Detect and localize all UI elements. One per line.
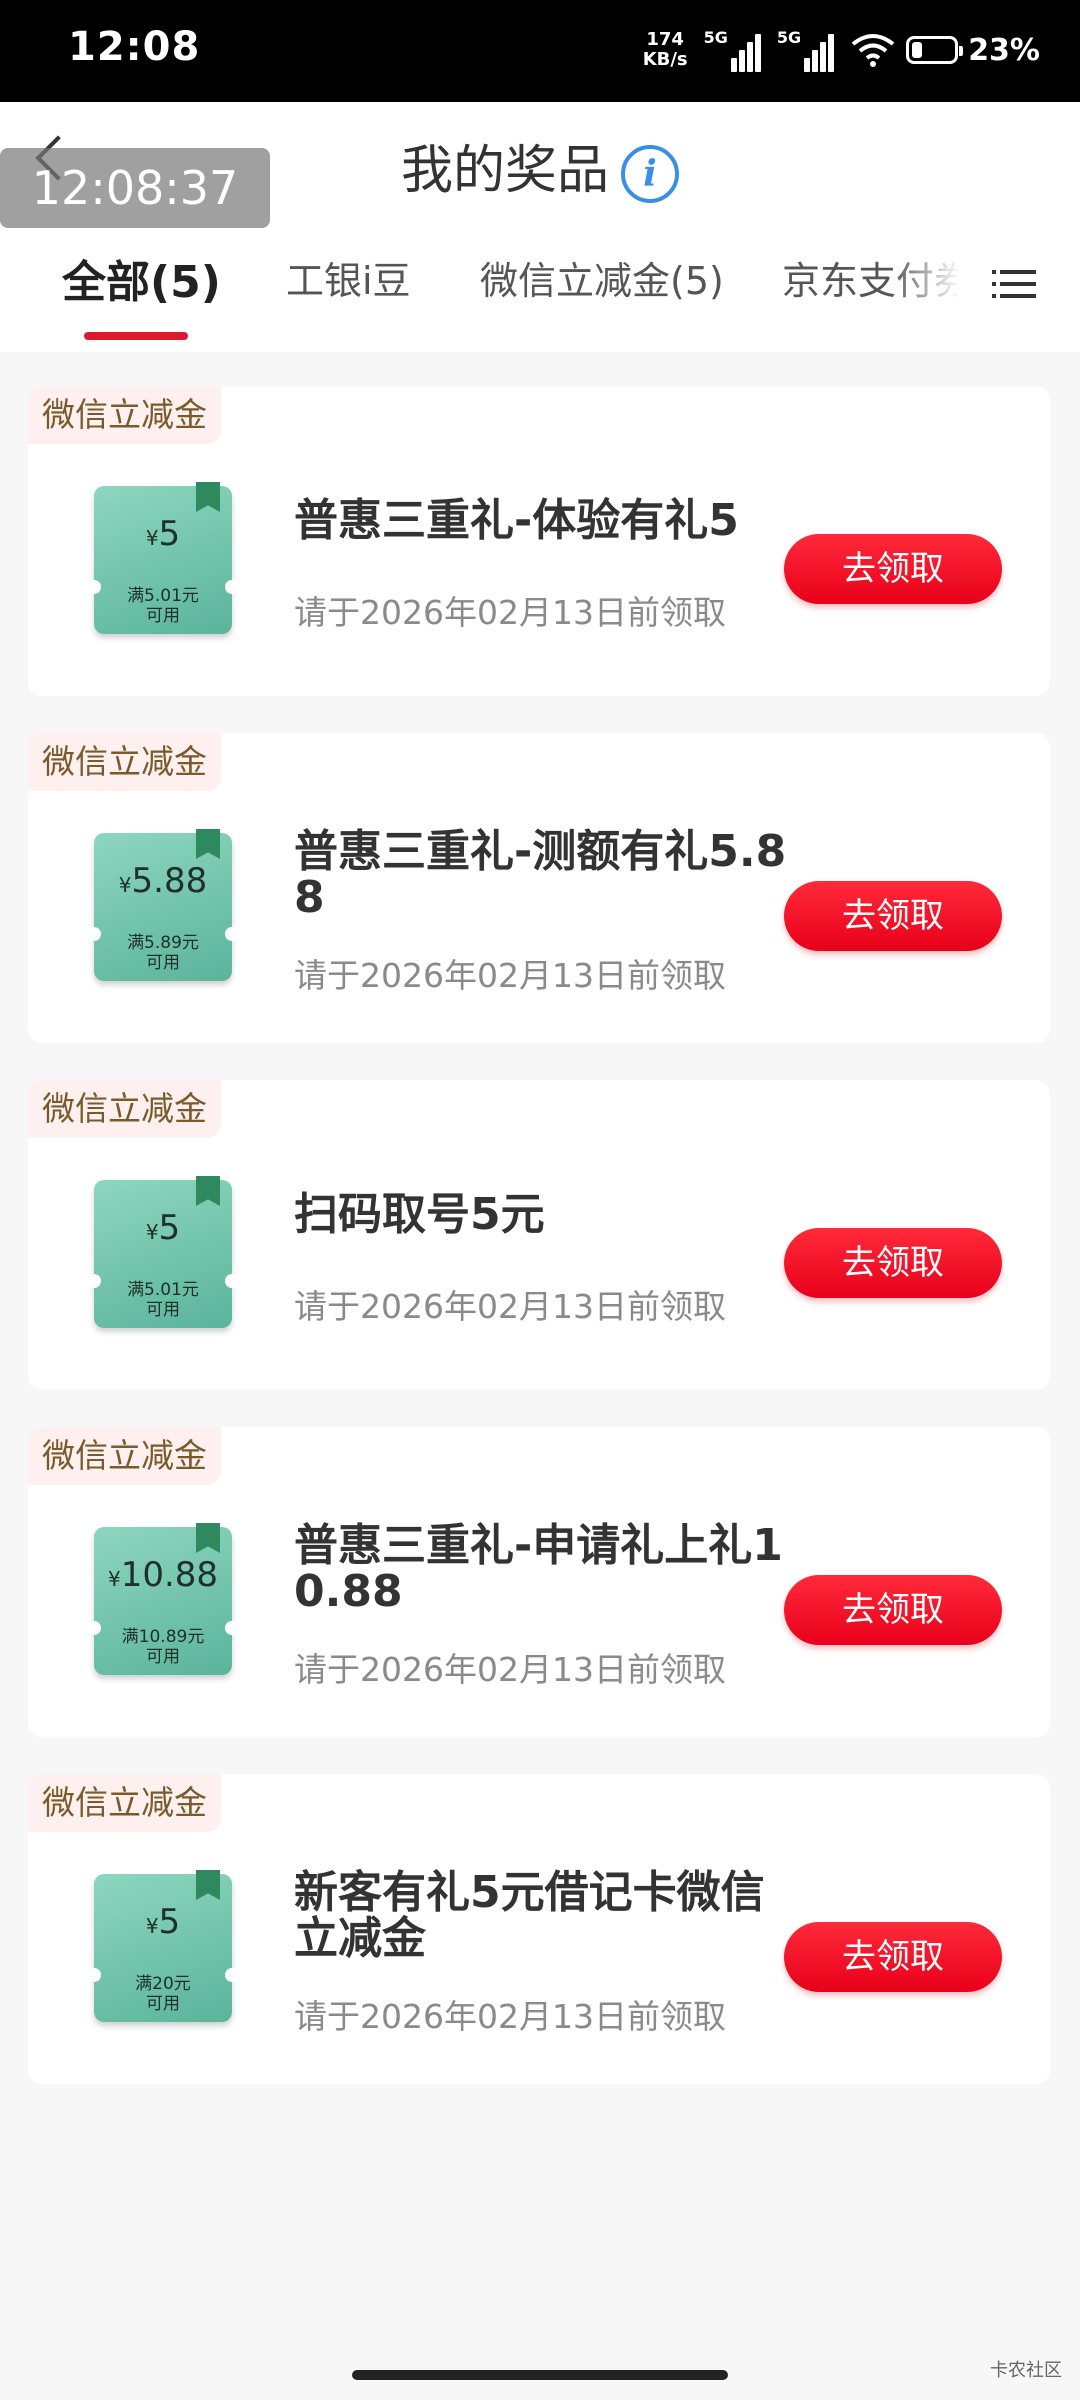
prize-tag: 微信立减金 [28, 386, 221, 444]
home-indicator[interactable] [352, 2370, 728, 2380]
coupon-icon: ¥5 满20元 可用 [87, 1870, 239, 2022]
coupon-amount-value: 5 [158, 1208, 181, 1248]
tab-icbc-beans[interactable]: 工银i豆 [286, 250, 411, 305]
coupon-usable: 可用 [146, 606, 180, 626]
status-icons: 174 KB/s 5G 5G 23% [643, 22, 1040, 78]
prize-title: 新客有礼5元借记卡微信 立减金 [294, 1867, 765, 1964]
prize-card: 微信立减金 ¥5.88 满5.89元 可用 普惠三重礼-测额有礼5.8 8 请于2026年… [28, 733, 1050, 1043]
page-header: 我的奖品 i 12:08:37 全部(5) 工银i豆 微信立减金(5) 京东支付券 [0, 102, 1080, 352]
prize-expiry: 请于2026年02月13日前领取 [294, 593, 726, 632]
coupon-usable: 可用 [146, 1300, 180, 1320]
wifi-icon [851, 34, 895, 67]
coupon-amount: ¥5 [94, 514, 232, 554]
coupon-amount-value: 5 [158, 514, 181, 554]
prize-title: 普惠三重礼-体验有礼5 [294, 495, 739, 546]
menu-icon[interactable] [992, 270, 1036, 306]
info-icon[interactable]: i [621, 145, 679, 203]
coupon-icon: ¥5.88 满5.89元 可用 [87, 829, 239, 981]
claim-button[interactable]: 去领取 [784, 1575, 1002, 1645]
coupon-icon: ¥10.88 满10.89元 可用 [87, 1523, 239, 1675]
currency-symbol: ¥ [145, 1914, 159, 1938]
prize-tag: 微信立减金 [28, 733, 221, 791]
claim-button[interactable]: 去领取 [784, 534, 1002, 604]
coupon-condition: 满10.89元 可用 [94, 1627, 232, 1667]
prize-card: 微信立减金 ¥5 满5.01元 可用 普惠三重礼-体验有礼5 请于2026年02月13日前… [28, 386, 1050, 696]
prize-tag: 微信立减金 [28, 1427, 221, 1485]
prize-expiry: 请于2026年02月13日前领取 [294, 1997, 726, 2036]
coupon-threshold: 满5.01元 [127, 586, 199, 606]
coupon-amount: ¥5.88 [94, 861, 232, 901]
coupon-icon: ¥5 满5.01元 可用 [87, 482, 239, 634]
signal-icon: 5G [704, 28, 761, 72]
coupon-condition: 满5.01元 可用 [94, 586, 232, 626]
prize-card: 微信立减金 ¥5 满5.01元 可用 扫码取号5元请于2026年02月13日前领取 去领取 [28, 1080, 1050, 1390]
prize-tag: 微信立减金 [28, 1774, 221, 1832]
network-speed-unit: KB/s [642, 49, 688, 70]
currency-symbol: ¥ [145, 526, 159, 550]
currency-symbol: ¥ [107, 1567, 121, 1591]
clock: 12:08 [68, 24, 201, 70]
prize-title: 普惠三重礼-申请礼上礼1 0.88 [294, 1520, 783, 1617]
claim-button[interactable]: 去领取 [784, 1922, 1002, 1992]
tab-bar: 全部(5) 工银i豆 微信立减金(5) 京东支付券 [0, 250, 1080, 350]
ribbon-icon [196, 482, 220, 512]
status-bar: 12:08 174 KB/s 5G 5G 23% [0, 0, 1080, 102]
page-title-text: 我的奖品 [400, 141, 609, 201]
coupon-usable: 可用 [146, 1647, 180, 1667]
coupon-usable: 可用 [146, 1994, 180, 2014]
claim-button[interactable]: 去领取 [784, 881, 1002, 951]
prize-expiry: 请于2026年02月13日前领取 [294, 1650, 726, 1689]
coupon-amount: ¥5 [94, 1902, 232, 1942]
watermark: 卡农社区 [990, 2360, 1062, 2381]
ribbon-icon [196, 829, 220, 859]
coupon-amount-value: 5 [158, 1902, 181, 1942]
tab-all[interactable]: 全部(5) [62, 246, 221, 310]
tab-wechat-discount[interactable]: 微信立减金(5) [480, 250, 724, 305]
prize-card: 微信立减金 ¥10.88 满10.89元 可用 普惠三重礼-申请礼上礼1 0.88 请于2… [28, 1427, 1050, 1737]
prize-tag: 微信立减金 [28, 1080, 221, 1138]
coupon-amount-value: 10.88 [120, 1555, 219, 1595]
coupon-threshold: 满5.01元 [127, 1280, 199, 1300]
prize-title: 扫码取号5元 [294, 1189, 545, 1240]
coupon-condition: 满5.01元 可用 [94, 1280, 232, 1320]
coupon-usable: 可用 [146, 953, 180, 973]
prize-expiry: 请于2026年02月13日前领取 [294, 956, 726, 995]
ribbon-icon [196, 1176, 220, 1206]
coupon-threshold: 满10.89元 [121, 1627, 205, 1647]
coupon-icon: ¥5 满5.01元 可用 [87, 1176, 239, 1328]
tab-fade [890, 250, 960, 310]
active-tab-indicator [84, 332, 188, 340]
battery-percent: 23% [968, 32, 1040, 68]
network-speed: 174 KB/s [643, 30, 688, 70]
coupon-threshold: 满20元 [135, 1974, 191, 1994]
currency-symbol: ¥ [118, 873, 132, 897]
coupon-amount: ¥10.88 [94, 1555, 232, 1595]
signal-icon: 5G [776, 28, 835, 72]
ribbon-icon [196, 1870, 220, 1900]
prize-card: 微信立减金 ¥5 满20元 可用 新客有礼5元借记卡微信 立减金请于2026年02月13… [28, 1774, 1050, 2084]
coupon-condition: 满5.89元 可用 [94, 933, 232, 973]
coupon-threshold: 满5.89元 [127, 933, 199, 953]
coupon-amount: ¥5 [94, 1208, 232, 1248]
coupon-amount-value: 5.88 [131, 861, 208, 901]
timer-overlay: 12:08:37 [0, 148, 270, 228]
network-speed-value: 174 [646, 29, 684, 50]
ribbon-icon [196, 1523, 220, 1553]
battery-icon [906, 36, 964, 64]
currency-symbol: ¥ [145, 1220, 159, 1244]
sim2-label: 5G [776, 28, 802, 47]
prize-title: 普惠三重礼-测额有礼5.8 8 [294, 826, 787, 923]
prize-expiry: 请于2026年02月13日前领取 [294, 1287, 726, 1326]
claim-button[interactable]: 去领取 [784, 1228, 1002, 1298]
coupon-condition: 满20元 可用 [94, 1974, 232, 2014]
sim1-label: 5G [703, 28, 728, 47]
